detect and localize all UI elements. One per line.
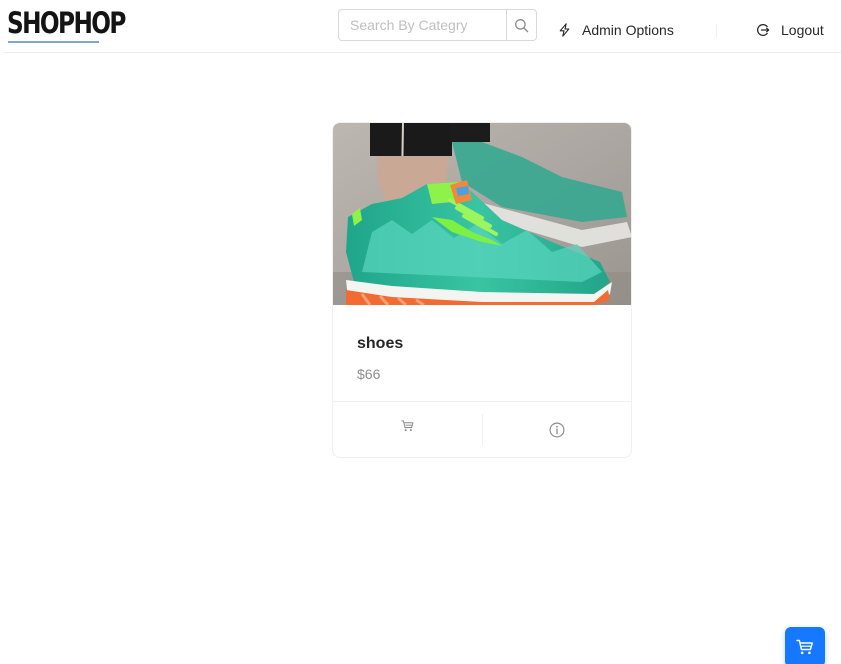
floating-cart-button[interactable] [785, 627, 825, 664]
menu-divider [716, 24, 717, 38]
product-card-body: shoes $66 [333, 305, 631, 401]
admin-options-menu[interactable]: Admin Options [558, 18, 674, 42]
add-to-cart-button[interactable] [333, 414, 483, 446]
product-title: shoes [357, 335, 404, 352]
category-search [338, 9, 537, 41]
search-button[interactable] [506, 9, 537, 41]
search-input[interactable] [338, 9, 506, 41]
shophop-logo[interactable]: SHOPHOP [7, 6, 154, 44]
product-image[interactable] [332, 122, 632, 305]
logo-underline [8, 41, 99, 43]
top-navbar: SHOPHOP Admin Options Logout [0, 0, 841, 53]
product-price: $66 [357, 366, 381, 382]
info-circle-icon [549, 422, 565, 438]
product-card-actions [333, 401, 632, 457]
product-card: shoes $66 [332, 122, 632, 458]
shopping-cart-icon [796, 639, 813, 655]
shopping-cart-icon [401, 419, 414, 431]
logout-label: Logout [781, 22, 824, 38]
logout-icon [757, 24, 770, 36]
lightning-icon [559, 23, 570, 37]
admin-options-label: Admin Options [582, 22, 674, 38]
header-divider [4, 52, 841, 53]
logo-text: SHOPHOP [7, 6, 126, 40]
logout-menu[interactable]: Logout [756, 18, 824, 42]
product-info-button[interactable] [483, 402, 632, 457]
search-icon [515, 18, 529, 32]
